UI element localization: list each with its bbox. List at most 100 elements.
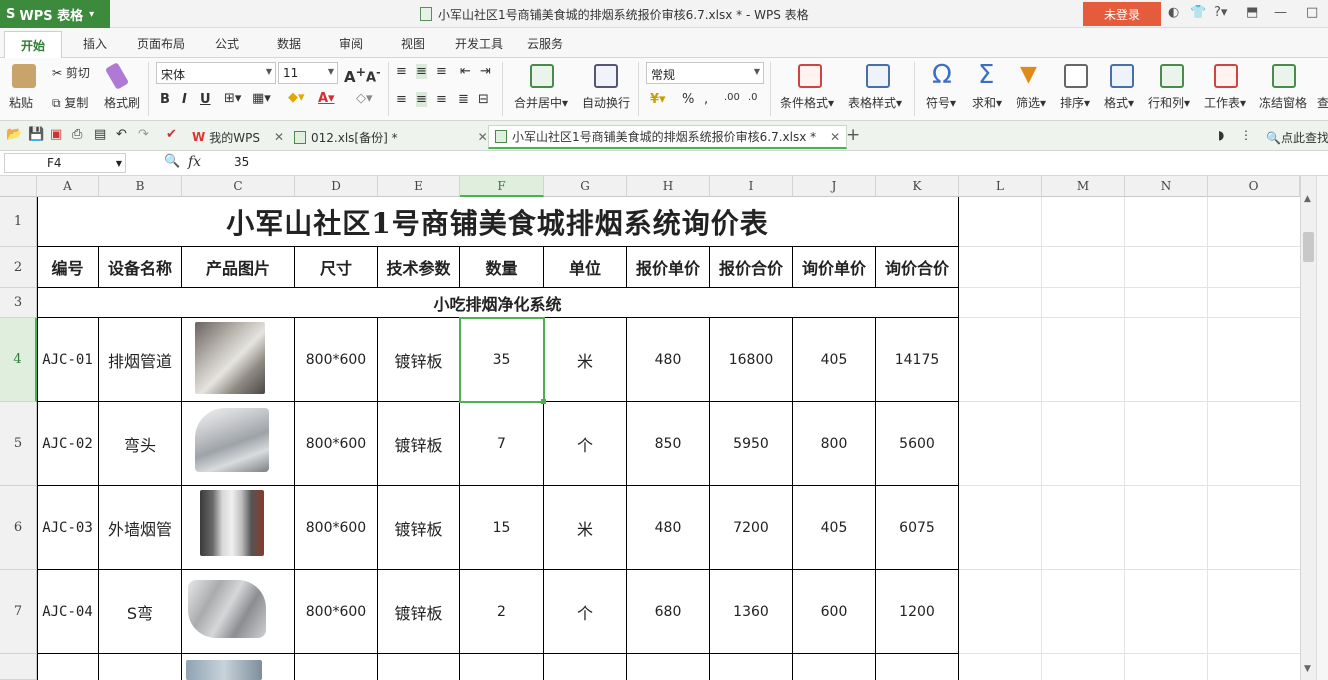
- tab-developer[interactable]: 开发工具: [455, 35, 503, 52]
- row-header-4[interactable]: 4: [0, 318, 37, 402]
- format-painter-button[interactable]: 格式刷: [104, 94, 140, 111]
- cell-quote-total[interactable]: 1360: [710, 570, 793, 654]
- column-header-o[interactable]: O: [1208, 176, 1300, 197]
- font-grow-icon[interactable]: A+: [344, 64, 366, 86]
- align-bottom-icon[interactable]: ≡: [436, 64, 447, 79]
- clear-format-icon[interactable]: ◇▾: [356, 91, 373, 106]
- column-header-m[interactable]: M: [1042, 176, 1125, 197]
- freeze-panes-icon[interactable]: [1272, 64, 1296, 88]
- column-header-b[interactable]: B: [99, 176, 182, 197]
- row-header-7[interactable]: 7: [0, 570, 37, 654]
- font-shrink-icon[interactable]: A-: [366, 66, 381, 85]
- column-header-l[interactable]: L: [959, 176, 1042, 197]
- cell-empty[interactable]: [544, 654, 627, 680]
- column-header-a[interactable]: A: [37, 176, 99, 197]
- number-format-select[interactable]: 常规 ▼: [646, 62, 764, 84]
- justify-icon[interactable]: ≣: [458, 92, 469, 107]
- font-size-select[interactable]: 11 ▼: [278, 62, 338, 84]
- align-left-icon[interactable]: ≡: [396, 92, 407, 107]
- cell-image[interactable]: [182, 318, 295, 402]
- row-header-6[interactable]: 6: [0, 486, 37, 570]
- cell-style-icon[interactable]: ▦▾: [252, 91, 271, 106]
- close-icon[interactable]: ✕: [478, 130, 488, 144]
- cell-quote-price[interactable]: 680: [627, 570, 710, 654]
- print-preview-icon[interactable]: ▤: [94, 127, 106, 142]
- cell-spec[interactable]: 镀锌板: [378, 486, 460, 570]
- merge-center-button[interactable]: 合并居中▾: [514, 94, 568, 111]
- header-cell-qty[interactable]: 数量: [460, 247, 544, 288]
- cut-button[interactable]: ✂ 剪切: [52, 64, 90, 81]
- cell-inquiry-total[interactable]: 1200: [876, 570, 959, 654]
- conditional-format-button[interactable]: 条件格式▾: [780, 94, 834, 111]
- bold-icon[interactable]: B: [160, 92, 170, 107]
- check-icon[interactable]: ✔: [166, 127, 177, 142]
- select-all-corner[interactable]: [0, 176, 37, 197]
- cell-name[interactable]: S弯: [99, 570, 182, 654]
- section-title[interactable]: 小吃排烟净化系统: [37, 288, 959, 318]
- tab-active-file[interactable]: 小军山社区1号商铺美食城的排烟系统报价审核6.7.xlsx * ✕: [488, 125, 848, 149]
- cell-size[interactable]: 800*600: [295, 318, 378, 402]
- paste-icon[interactable]: [12, 64, 36, 88]
- align-middle-icon[interactable]: ≡: [416, 64, 427, 79]
- tab-home[interactable]: 开始: [4, 31, 62, 58]
- sum-button[interactable]: 求和▾: [972, 94, 1002, 111]
- cell-inquiry-total[interactable]: 6075: [876, 486, 959, 570]
- cell-size[interactable]: 800*600: [295, 570, 378, 654]
- cell-quote-total[interactable]: 16800: [710, 318, 793, 402]
- minimize-icon[interactable]: —: [1274, 5, 1287, 20]
- cell-qty[interactable]: 15: [460, 486, 544, 570]
- indent-decrease-icon[interactable]: ⇤: [460, 64, 471, 79]
- name-box[interactable]: F4 ▼: [4, 153, 126, 173]
- freeze-panes-button[interactable]: 冻结窗格: [1259, 94, 1307, 111]
- worksheet-icon[interactable]: [1214, 64, 1238, 88]
- row-header-2[interactable]: 2: [0, 247, 37, 288]
- header-cell-inquiry-total[interactable]: 询价合价: [876, 247, 959, 288]
- cell-spec[interactable]: 镀锌板: [378, 570, 460, 654]
- cell-empty[interactable]: [460, 654, 544, 680]
- tab-data[interactable]: 数据: [277, 35, 301, 52]
- tab-backup-file[interactable]: 012.xls[备份] * ✕: [288, 125, 494, 149]
- column-header-g[interactable]: G: [544, 176, 627, 197]
- format-button[interactable]: 格式▾: [1104, 94, 1134, 111]
- close-icon[interactable]: ✕: [830, 130, 840, 144]
- table-style-icon[interactable]: [866, 64, 890, 88]
- filter-icon[interactable]: ▼: [1020, 62, 1037, 87]
- cell-inquiry-price[interactable]: 405: [793, 318, 876, 402]
- wps-menu-button[interactable]: S WPS 表格 ▾: [0, 0, 110, 28]
- wrap-text-button[interactable]: 自动换行: [582, 94, 630, 111]
- fill-color-icon[interactable]: ◆▾: [288, 90, 305, 105]
- row-column-icon[interactable]: [1160, 64, 1184, 88]
- print-icon[interactable]: ⎙: [72, 127, 82, 142]
- copy-button[interactable]: ⧉ 复制: [52, 94, 88, 111]
- cell-empty[interactable]: [295, 654, 378, 680]
- spreadsheet-grid[interactable]: A B C D E F G H I J K L M N O 1 2 3 4 5 …: [0, 176, 1300, 680]
- cell-qty[interactable]: 2: [460, 570, 544, 654]
- cell-empty[interactable]: [99, 654, 182, 680]
- header-cell-quote-price[interactable]: 报价单价: [627, 247, 710, 288]
- cell-inquiry-price[interactable]: 405: [793, 486, 876, 570]
- row-header-5[interactable]: 5: [0, 402, 37, 486]
- new-tab-icon[interactable]: +: [846, 125, 860, 145]
- italic-icon[interactable]: I: [182, 92, 187, 107]
- cell-qty[interactable]: 7: [460, 402, 544, 486]
- header-cell-unit[interactable]: 单位: [544, 247, 627, 288]
- scroll-up-icon[interactable]: ▲: [1304, 194, 1311, 204]
- cell-size[interactable]: 800*600: [295, 402, 378, 486]
- find-button[interactable]: 查: [1317, 94, 1328, 111]
- cell-empty[interactable]: [378, 654, 460, 680]
- open-folder-icon[interactable]: 📂: [6, 127, 22, 142]
- cell-quote-price[interactable]: 480: [627, 486, 710, 570]
- cell-inquiry-total[interactable]: 5600: [876, 402, 959, 486]
- redo-icon[interactable]: ↷: [138, 127, 149, 142]
- cell-inquiry-price[interactable]: 600: [793, 570, 876, 654]
- sum-icon[interactable]: Σ: [978, 60, 994, 90]
- cell-code[interactable]: AJC-03: [37, 486, 99, 570]
- pdf-icon[interactable]: ▣: [50, 127, 62, 142]
- column-header-k[interactable]: K: [876, 176, 959, 197]
- cell-empty[interactable]: [37, 654, 99, 680]
- cell-name[interactable]: 排烟管道: [99, 318, 182, 402]
- column-header-n[interactable]: N: [1125, 176, 1208, 197]
- cell-inquiry-price[interactable]: 800: [793, 402, 876, 486]
- merge-center-icon[interactable]: [530, 64, 554, 88]
- zoom-icon[interactable]: 🔍: [164, 154, 180, 169]
